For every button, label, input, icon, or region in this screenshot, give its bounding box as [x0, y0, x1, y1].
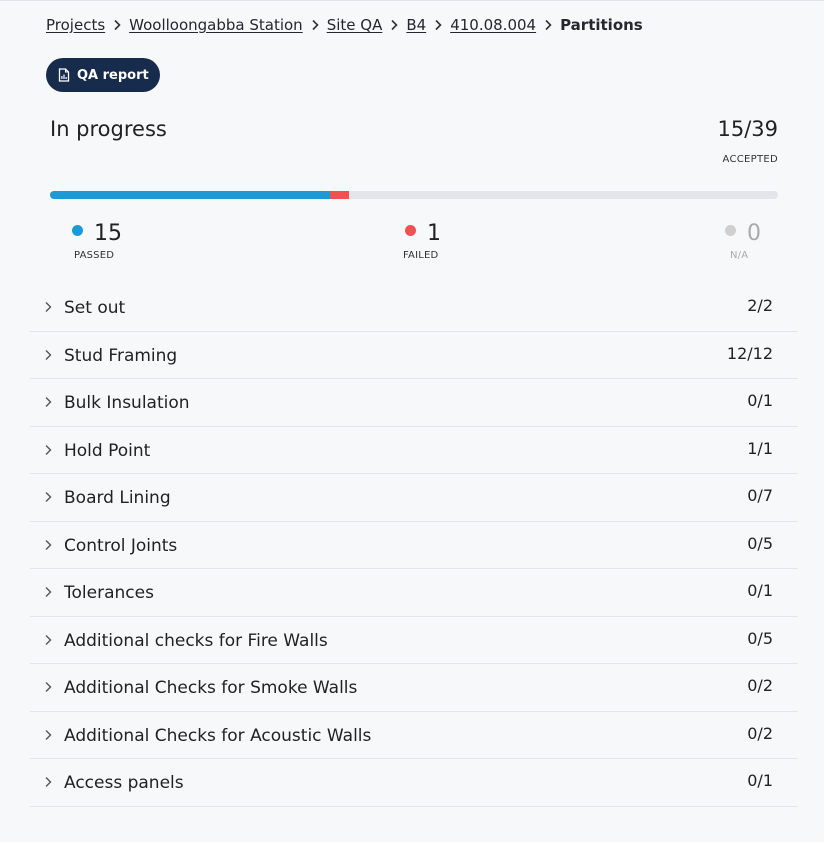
breadcrumb-projects[interactable]: Projects — [46, 16, 105, 34]
section-row[interactable]: Control Joints 0/5 — [30, 522, 798, 569]
status-title: In progress — [50, 117, 167, 141]
qa-report-label: QA report — [77, 67, 149, 83]
failed-count: 1 — [427, 221, 441, 246]
section-count: 0/5 — [747, 533, 773, 553]
chevron-right-icon — [311, 19, 319, 31]
section-count: 0/2 — [747, 723, 773, 743]
chevron-right-icon[interactable] — [44, 301, 52, 313]
chevron-right-icon[interactable] — [44, 491, 52, 503]
chevron-right-icon — [434, 19, 442, 31]
section-row[interactable]: Set out 2/2 — [30, 284, 798, 332]
chevron-right-icon[interactable] — [44, 776, 52, 788]
section-count: 0/2 — [747, 676, 773, 695]
chevron-right-icon[interactable] — [44, 444, 52, 456]
passed-label: PASSED — [74, 250, 115, 261]
chevron-right-icon[interactable] — [44, 681, 52, 693]
progress-bar — [50, 191, 778, 199]
section-name: Board Lining — [64, 488, 171, 508]
qa-partitions-page: Projects Woolloongabba Station Site QA B… — [0, 0, 824, 842]
breadcrumb-current: Partitions — [560, 16, 643, 34]
section-row[interactable]: Stud Framing 12/12 — [30, 332, 798, 379]
chevron-right-icon[interactable] — [44, 634, 52, 646]
chevron-right-icon[interactable] — [44, 729, 52, 741]
breadcrumb-building[interactable]: B4 — [406, 16, 426, 34]
section-count: 1/1 — [747, 438, 773, 458]
section-count: 0/1 — [747, 391, 773, 410]
accepted-label: ACCEPTED — [722, 154, 778, 165]
section-row[interactable]: Access panels 0/1 — [30, 759, 798, 807]
breadcrumb-location[interactable]: 410.08.004 — [450, 16, 536, 34]
breadcrumb-site-qa[interactable]: Site QA — [327, 16, 383, 34]
report-chart-icon — [58, 68, 70, 82]
section-count: 0/7 — [747, 486, 773, 505]
breadcrumb: Projects Woolloongabba Station Site QA B… — [46, 16, 643, 34]
chevron-right-icon[interactable] — [44, 586, 52, 598]
section-name: Stud Framing — [64, 345, 178, 366]
na-dot-icon — [725, 225, 736, 236]
section-name: Bulk Insulation — [64, 393, 190, 413]
section-name: Additional Checks for Smoke Walls — [64, 678, 358, 698]
progress-failed-segment — [330, 191, 349, 199]
accepted-count: 15/39 — [717, 117, 778, 141]
failed-label: FAILED — [403, 250, 439, 261]
passed-dot-icon — [72, 225, 83, 236]
failed-dot-icon — [405, 225, 416, 236]
breadcrumb-project[interactable]: Woolloongabba Station — [129, 16, 303, 34]
section-row[interactable]: Board Lining 0/7 — [30, 474, 798, 522]
chevron-right-icon — [113, 19, 121, 31]
section-name: Control Joints — [64, 535, 178, 556]
section-name: Set out — [64, 298, 126, 318]
section-count: 0/1 — [747, 771, 773, 790]
section-row[interactable]: Tolerances 0/1 — [30, 569, 798, 617]
section-row[interactable]: Additional Checks for Acoustic Walls 0/2 — [30, 712, 798, 759]
section-row[interactable]: Bulk Insulation 0/1 — [30, 379, 798, 427]
checklist-sections: Set out 2/2 Stud Framing 12/12 Bulk Insulati… — [30, 284, 798, 807]
section-count: 0/5 — [747, 628, 773, 648]
qa-report-button[interactable]: QA report — [46, 58, 160, 92]
chevron-right-icon[interactable] — [44, 349, 52, 361]
chevron-right-icon[interactable] — [44, 396, 52, 408]
section-name: Additional checks for Fire Walls — [64, 630, 328, 651]
na-label: N/A — [730, 250, 749, 261]
section-count: 0/1 — [747, 581, 773, 600]
progress-passed-segment — [50, 191, 330, 199]
section-count: 2/2 — [747, 296, 773, 315]
section-row[interactable]: Hold Point 1/1 — [30, 427, 798, 474]
passed-count: 15 — [94, 221, 122, 246]
section-name: Additional Checks for Acoustic Walls — [64, 725, 372, 746]
chevron-right-icon — [390, 19, 398, 31]
section-name: Access panels — [64, 773, 184, 793]
section-row[interactable]: Additional checks for Fire Walls 0/5 — [30, 617, 798, 664]
chevron-right-icon[interactable] — [44, 539, 52, 551]
na-count: 0 — [747, 221, 761, 246]
section-name: Tolerances — [64, 583, 154, 603]
section-row[interactable]: Additional Checks for Smoke Walls 0/2 — [30, 664, 798, 712]
section-count: 12/12 — [726, 343, 773, 363]
section-name: Hold Point — [64, 440, 151, 461]
chevron-right-icon — [544, 19, 552, 31]
